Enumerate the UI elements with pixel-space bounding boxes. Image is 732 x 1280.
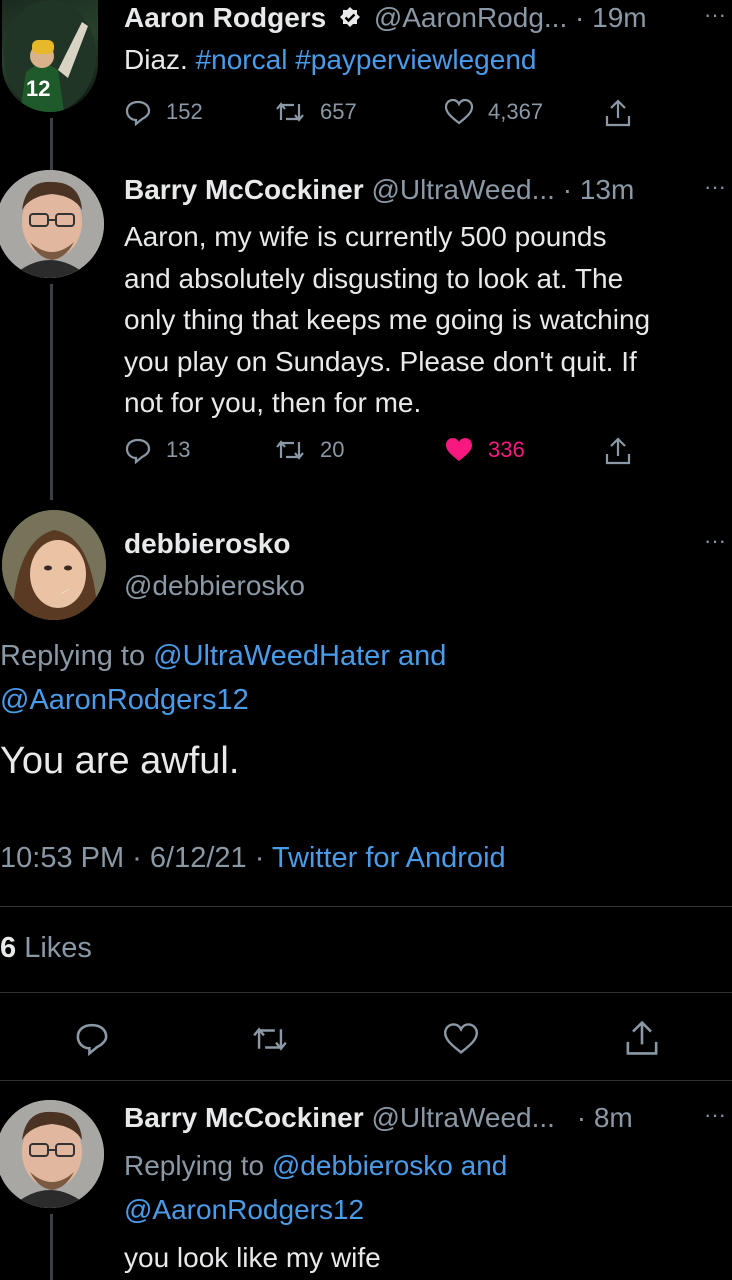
heart-filled-icon [444,436,474,464]
retweet-icon [274,98,306,126]
thread-line [50,1214,53,1280]
avatar[interactable] [2,510,106,620]
heart-icon [442,1022,480,1056]
timestamp[interactable]: · 13m [563,174,635,205]
tweet-source[interactable]: Twitter for Android [272,842,506,874]
tweet-header: Barry McCockiner @UltraWeed... · 13m [124,174,634,206]
avatar[interactable] [0,170,104,278]
more-icon[interactable]: ··· [704,528,726,554]
user-photo [2,510,106,620]
replying-prefix: Replying to [124,1150,265,1181]
display-name[interactable]: Barry McCockiner [124,174,364,205]
reply-handle-link[interactable]: @debbierosko [272,1150,453,1181]
reply-button[interactable] [74,1020,110,1056]
retweet-icon [250,1022,290,1056]
user-photo [0,1100,104,1208]
avatar[interactable]: 12 [2,0,98,112]
more-icon[interactable]: ··· [704,2,726,28]
divider [0,1080,732,1081]
tweet-text: Diaz. #norcal #payperviewlegend [124,44,536,76]
tweet-header: Barry McCockiner @UltraWeed... · 8m [124,1102,633,1134]
retweet-count: 20 [320,437,345,462]
timestamp[interactable]: · 8m [577,1102,633,1133]
divider [0,906,732,907]
share-icon [624,1018,660,1058]
retweet-icon [274,436,306,464]
retweet-button[interactable]: 20 [274,436,344,464]
svg-text:12: 12 [26,76,50,101]
tweet-text-line: Aaron, my wife is currently 500 pounds [124,221,607,252]
reply-count: 13 [166,437,191,462]
tweet-header: Aaron Rodgers @AaronRodg... · 19m [124,2,647,34]
like-count: 336 [488,437,525,462]
replying-to: Replying to @debbierosko and @AaronRodge… [124,1144,507,1232]
share-icon [604,436,632,466]
reply-button[interactable]: 13 [124,436,190,464]
retweet-count: 657 [320,99,357,124]
handle[interactable]: @UltraWeed... [371,174,555,205]
tweet-timestamp[interactable]: 10:53 PM · 6/12/21 · [0,842,264,874]
like-button[interactable]: 4,367 [444,98,543,126]
handle[interactable]: @debbierosko [124,570,305,602]
display-name[interactable]: Aaron Rodgers [124,2,326,33]
tweet-text-line: and absolutely disgusting to look at. Th… [124,262,624,294]
heart-icon [444,98,474,126]
reply-icon [124,98,152,126]
avatar[interactable] [0,1100,104,1208]
reply-handle-link[interactable]: @UltraWeedHater [153,640,390,672]
reply-count: 152 [166,99,203,124]
share-button[interactable] [624,1018,660,1058]
likes-count: 6 [0,932,17,964]
tweet-text: you look like my wife [124,1242,381,1273]
display-name[interactable]: Barry McCockiner [124,1102,364,1133]
tweet-text-line: only thing that keeps me going is watchi… [124,304,651,335]
share-button[interactable] [604,436,632,466]
timestamp[interactable]: · 19m [575,2,647,33]
tweet-text-plain: Diaz. [124,44,188,75]
likes-summary[interactable]: 6 Likes [0,932,92,965]
reply-handle-link[interactable]: @AaronRodgers12 [124,1194,364,1225]
reply-and: and [460,1150,508,1181]
tweet-text-line: not for you, then for me. [124,387,422,418]
reply-icon [124,436,152,464]
tweet-text: You are awful. [0,740,240,782]
user-photo [0,170,104,278]
player-photo: 12 [4,0,96,112]
more-icon[interactable]: ··· [704,174,726,200]
tweet-meta: 10:53 PM · 6/12/21 · Twitter for Android [0,842,506,875]
likes-label: Likes [24,932,92,964]
like-button[interactable] [442,1022,480,1056]
replying-prefix: Replying to [0,640,146,672]
reply-and: and [398,640,447,672]
share-button[interactable] [604,98,632,128]
thread-line [50,284,53,500]
handle[interactable]: @AaronRodg... [374,2,567,33]
replying-to: Replying to @UltraWeedHater and @AaronRo… [0,634,446,722]
more-icon[interactable]: ··· [704,1102,726,1128]
thread-line [50,118,53,170]
like-count: 4,367 [488,99,544,124]
tweet-text-line: you play on Sundays. Please don't quit. … [124,345,637,377]
hashtags[interactable]: #norcal #payperviewlegend [196,44,537,75]
reply-button[interactable]: 152 [124,98,203,126]
handle[interactable]: @UltraWeed... [371,1102,555,1133]
reply-handle-link[interactable]: @AaronRodgers12 [0,684,249,716]
like-button[interactable]: 336 [444,436,525,464]
verified-badge-icon [338,6,362,30]
share-icon [604,98,632,128]
tweet-text: Aaron, my wife is currently 500 pounds a… [124,216,650,424]
retweet-button[interactable]: 657 [274,98,357,126]
divider [0,992,732,993]
retweet-button[interactable] [250,1022,290,1056]
reply-icon [74,1020,110,1056]
display-name[interactable]: debbierosko [124,528,290,560]
